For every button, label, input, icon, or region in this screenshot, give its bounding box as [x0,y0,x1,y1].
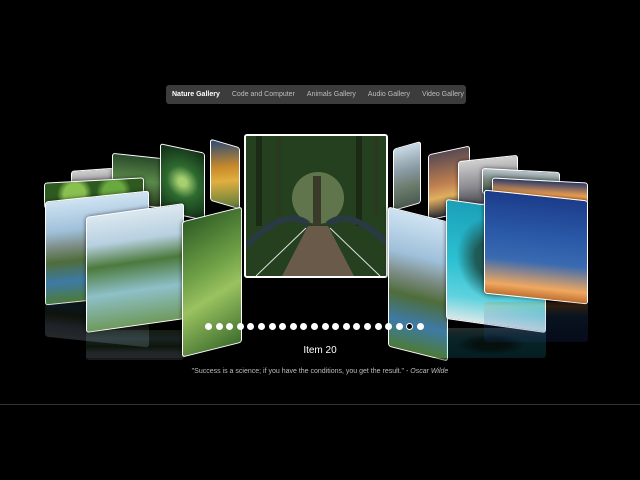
item-quote: "Success is a science; if you have the c… [0,368,640,375]
pagination-dot[interactable] [247,323,255,330]
tab-code-and-computer[interactable]: Code and Computer [226,85,301,104]
card-waterfalls[interactable] [86,203,184,333]
tab-nature-gallery[interactable]: Nature Gallery [166,85,226,104]
pagination-dot[interactable] [310,323,318,330]
pagination-dot[interactable] [406,323,414,330]
bridge-illustration [246,136,386,276]
pagination-dot[interactable] [300,323,308,330]
card-palm-sunset-reflection [484,302,588,342]
quote-author: Oscar Wilde [410,368,449,375]
card-far-left-4[interactable] [210,138,240,210]
tab-animals-gallery[interactable]: Animals Gallery [301,85,362,104]
pagination-dot[interactable] [395,323,403,330]
pagination-dot[interactable] [236,323,244,330]
pagination-dot[interactable] [342,323,350,330]
card-palm-sunset[interactable] [484,189,588,305]
pagination-dot[interactable] [268,323,276,330]
pagination-dot[interactable] [257,323,265,330]
pagination-dot[interactable] [279,323,287,330]
pagination-dot[interactable] [215,323,223,330]
pagination-dot[interactable] [321,323,329,330]
caption-band [0,358,640,404]
quote-text: "Success is a science; if you have the c… [191,368,411,375]
tab-audio-gallery[interactable]: Audio Gallery [362,85,416,104]
pagination-dot[interactable] [416,323,424,330]
pagination-dot[interactable] [374,323,382,330]
card-green-hills[interactable] [182,206,242,358]
pagination-dot[interactable] [363,323,371,330]
pagination-dot[interactable] [385,323,393,330]
card-mountain-lake[interactable] [388,206,448,362]
divider [0,404,640,405]
tab-video-gallery[interactable]: Video Gallery [416,85,470,104]
pagination-dot[interactable] [289,323,297,330]
gallery-stage: Nature Gallery Code and Computer Animals… [0,0,640,480]
item-title: Item 20 [303,345,337,356]
pagination-dot[interactable] [226,323,234,330]
pagination-dot[interactable] [205,323,212,330]
pagination-dots [205,323,424,331]
pagination-dot[interactable] [332,323,340,330]
category-tabs: Nature Gallery Code and Computer Animals… [166,85,466,104]
card-far-right-1[interactable] [393,140,421,212]
pagination-dot[interactable] [353,323,361,330]
card-forest-bridge[interactable] [244,134,388,278]
